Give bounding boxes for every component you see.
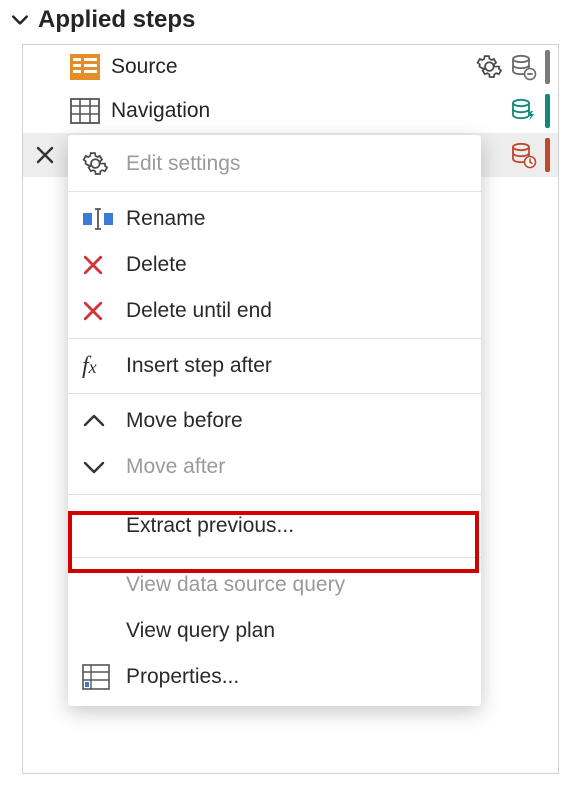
applied-steps-header[interactable]: Applied steps [0,0,581,44]
x-red-icon [82,296,120,326]
step-source[interactable]: Source [23,45,558,89]
menu-rename[interactable]: Rename [68,196,481,242]
menu-label: Delete until end [126,299,272,323]
status-indicator [545,138,550,172]
delete-step-icon[interactable] [31,141,59,169]
menu-label: Extract previous... [126,514,294,538]
menu-label: View data source query [126,573,345,597]
source-icon [69,51,101,83]
menu-view-data-source-query: View data source query [68,562,481,608]
gear-icon [82,149,120,179]
gear-icon[interactable] [475,53,503,81]
x-red-icon [82,250,120,280]
menu-move-after: Move after [68,444,481,490]
collapse-icon [10,10,30,30]
step-navigation[interactable]: Navigation [23,89,558,133]
menu-insert-step-after[interactable]: fx Insert step after [68,343,481,389]
chevron-down-icon [82,452,120,482]
step-label: Source [111,55,475,79]
menu-label: Rename [126,207,205,231]
menu-edit-settings: Edit settings [68,141,481,187]
status-indicator [545,50,550,84]
menu-label: Edit settings [126,152,240,176]
blank-icon [82,616,120,646]
table-icon [69,95,101,127]
rename-icon [82,204,120,234]
database-bolt-icon [509,97,537,125]
menu-label: Properties... [126,665,239,689]
menu-delete-until-end[interactable]: Delete until end [68,288,481,334]
menu-move-before[interactable]: Move before [68,398,481,444]
database-clock-icon [509,141,537,169]
applied-steps-list: Source [22,44,559,774]
menu-divider [68,338,481,339]
blank-icon [82,570,120,600]
step-label: Navigation [111,99,509,123]
menu-label: Delete [126,253,187,277]
menu-delete[interactable]: Delete [68,242,481,288]
blank-icon [82,511,120,541]
menu-extract-previous[interactable]: Extract previous... [68,499,481,553]
properties-icon [82,662,120,692]
menu-label: Move after [126,455,225,479]
menu-divider [68,557,481,558]
fx-icon: fx [82,351,120,381]
status-indicator [545,94,550,128]
menu-label: Insert step after [126,354,272,378]
menu-divider [68,393,481,394]
menu-view-query-plan[interactable]: View query plan [68,608,481,654]
chevron-up-icon [82,406,120,436]
menu-properties[interactable]: Properties... [68,654,481,700]
applied-steps-title: Applied steps [38,6,195,34]
menu-divider [68,494,481,495]
menu-label: View query plan [126,619,275,643]
menu-label: Move before [126,409,243,433]
menu-divider [68,191,481,192]
database-minus-icon [509,53,537,81]
step-context-menu: Edit settings Rename Delete Dele [68,135,481,706]
